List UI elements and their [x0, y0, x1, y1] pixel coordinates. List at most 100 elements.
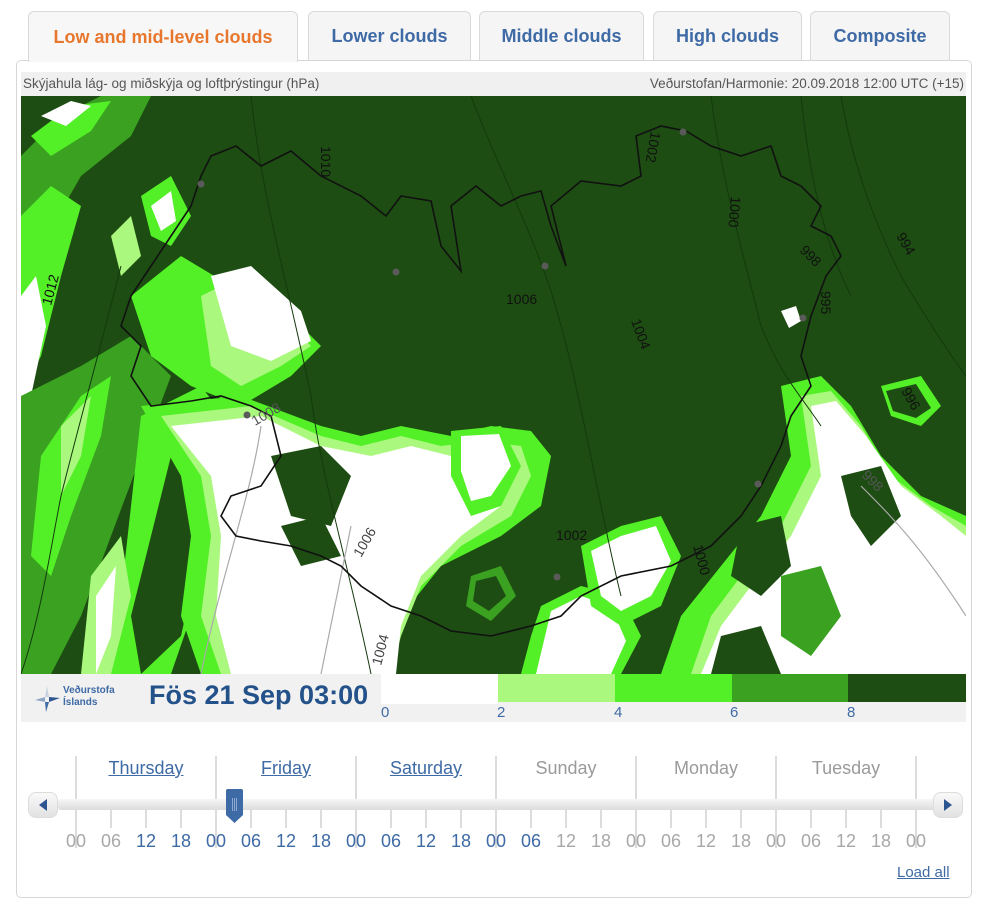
- logo-line1: Veðurstofa: [63, 685, 115, 696]
- map-source: Veðurstofan/Harmonie: 20.09.2018 12:00 U…: [649, 76, 964, 91]
- day-link-sunday: Sunday: [535, 758, 597, 778]
- station-dot: [754, 480, 762, 488]
- hour-tick: [670, 810, 672, 828]
- hour-label[interactable]: 18: [306, 831, 336, 852]
- hour-label[interactable]: 00: [481, 831, 511, 852]
- day-link-tuesday: Tuesday: [811, 758, 881, 778]
- day-link-saturday[interactable]: Saturday: [356, 758, 496, 779]
- cloud-cover-map: 1012 1010 1008 1006 1006 1004 1004 1002 …: [21, 96, 966, 674]
- hour-label: 00: [765, 831, 787, 851]
- isobar-label: 1006: [506, 291, 537, 307]
- logo-line2: Íslands: [63, 697, 98, 708]
- hour-label: 00: [65, 831, 87, 851]
- isobar-label: 1000: [725, 196, 744, 229]
- hour-tick: [600, 810, 602, 828]
- hour-tick: [180, 810, 182, 828]
- legend-label: 6: [730, 704, 739, 721]
- tab-label: Low and mid-level clouds: [53, 26, 273, 47]
- hour-label: 18: [590, 831, 612, 851]
- hour-tick: [705, 810, 707, 828]
- station-dot: [799, 314, 807, 322]
- next-step-button[interactable]: [933, 792, 963, 818]
- station-dot: [197, 180, 205, 188]
- tab-low-mid-clouds[interactable]: Low and mid-level clouds: [28, 11, 298, 62]
- map-svg: 1012 1010 1008 1006 1006 1004 1004 1002 …: [21, 96, 966, 674]
- day-link-monday: Monday: [673, 758, 739, 778]
- legend-label: 4: [614, 704, 623, 721]
- isobar-label: 1002: [556, 527, 587, 543]
- station-dot: [679, 128, 687, 136]
- hour-label: 00: [625, 831, 647, 851]
- hour-label[interactable]: 06: [376, 831, 406, 852]
- hour-tick: [740, 810, 742, 828]
- handle-grip-icon: [225, 789, 243, 823]
- hour-tick: [845, 810, 847, 828]
- valid-time: Fös 21 Sep 03:00: [149, 680, 369, 710]
- hour-tick: [880, 810, 882, 828]
- hour-label: 06: [800, 831, 822, 851]
- hour-tick: [565, 810, 567, 828]
- map-footer: Veðurstofa Íslands Fös 21 Sep 03:00 0 2 …: [21, 674, 966, 722]
- time-slider: Thursday Friday Saturday Sunday Monday Tuesda…: [28, 756, 964, 856]
- tab-label: Lower clouds: [331, 26, 448, 46]
- hour-tick: [145, 810, 147, 828]
- vedurstofa-logo: Veðurstofa Íslands: [33, 684, 133, 716]
- slider-track[interactable]: [58, 799, 938, 810]
- hour-label[interactable]: 12: [131, 831, 161, 852]
- hour-label: 06: [100, 831, 122, 851]
- tab-label: Composite: [833, 26, 927, 46]
- hour-label[interactable]: 00: [201, 831, 231, 852]
- isobar-label: 1010: [318, 146, 334, 177]
- station-dot: [553, 573, 561, 581]
- hour-tick: [110, 810, 112, 828]
- legend-label: 0: [381, 704, 390, 721]
- day-link-friday[interactable]: Friday: [216, 758, 356, 779]
- hour-label: 00: [905, 831, 927, 851]
- hour-tick: [530, 810, 532, 828]
- legend-swatch-2: [498, 674, 615, 702]
- tab-middle-clouds[interactable]: Middle clouds: [479, 11, 644, 61]
- legend-label: 8: [847, 704, 856, 721]
- hour-label: 12: [835, 831, 857, 851]
- hour-tick: [250, 810, 252, 828]
- hour-label: 12: [555, 831, 577, 851]
- hour-label[interactable]: 00: [341, 831, 371, 852]
- logo-icon: [35, 686, 60, 712]
- day-link-thursday[interactable]: Thursday: [76, 758, 216, 779]
- station-dot: [392, 268, 400, 276]
- arrow-right-icon: [944, 799, 952, 811]
- hour-label: 18: [730, 831, 752, 851]
- hour-tick: [390, 810, 392, 828]
- legend-swatch-4: [615, 674, 732, 702]
- hour-label[interactable]: 18: [446, 831, 476, 852]
- slider-handle[interactable]: [225, 789, 243, 824]
- tab-label: High clouds: [676, 26, 779, 46]
- hour-label: 12: [695, 831, 717, 851]
- hour-label[interactable]: 12: [411, 831, 441, 852]
- tab-label: Middle clouds: [501, 26, 622, 46]
- hour-label[interactable]: 18: [166, 831, 196, 852]
- hour-label[interactable]: 12: [271, 831, 301, 852]
- tab-high-clouds[interactable]: High clouds: [653, 11, 802, 61]
- station-dot: [541, 262, 549, 270]
- hour-label: 06: [660, 831, 682, 851]
- legend-swatch-6: [732, 674, 848, 702]
- tab-lower-clouds[interactable]: Lower clouds: [308, 11, 471, 61]
- hour-tick: [460, 810, 462, 828]
- legend-swatch-8: [848, 674, 966, 702]
- isobar-label: 995: [818, 291, 834, 315]
- tab-composite[interactable]: Composite: [810, 11, 950, 61]
- hour-label: 18: [870, 831, 892, 851]
- hour-label[interactable]: 06: [236, 831, 266, 852]
- arrow-left-icon: [39, 799, 47, 811]
- legend-swatch-0: [381, 674, 498, 704]
- legend-label: 2: [497, 704, 506, 721]
- hour-tick: [425, 810, 427, 828]
- prev-step-button[interactable]: [28, 792, 58, 818]
- map-title: Skýjahula lág- og miðskýja og loftþrýsti…: [23, 76, 320, 91]
- map-header: Skýjahula lág- og miðskýja og loftþrýsti…: [21, 72, 966, 96]
- hour-tick: [285, 810, 287, 828]
- hour-tick: [810, 810, 812, 828]
- hour-label[interactable]: 06: [516, 831, 546, 852]
- load-all-link[interactable]: Load all: [897, 864, 950, 881]
